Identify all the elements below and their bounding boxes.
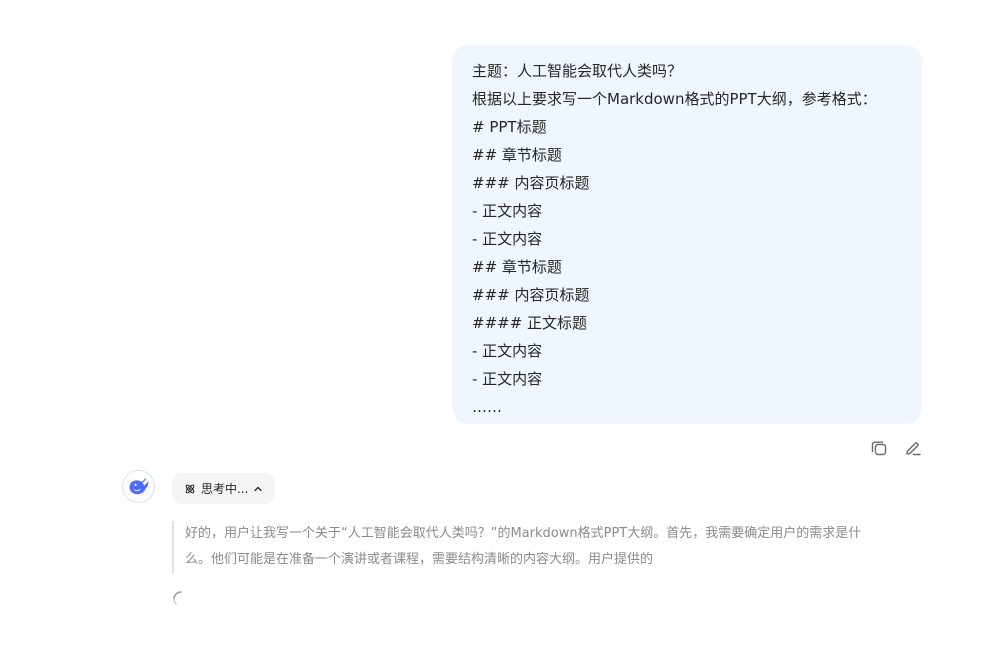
atom-icon (185, 484, 195, 493)
thinking-text-line: 好的，用户让我写一个关于“人工智能会取代人类吗？”的Markdown格式PPT大… (185, 526, 862, 541)
thinking-toggle-button[interactable]: 思考中... (172, 473, 276, 504)
edit-icon (906, 441, 921, 456)
spinner-icon (173, 591, 182, 605)
user-message-line: ## 章节标题 (472, 258, 562, 276)
user-message-line: - 正文内容 (472, 342, 543, 360)
user-message-line: # PPT标题 (472, 118, 547, 136)
whale-logo-icon (129, 477, 148, 494)
user-message-line: #### 正文标题 (472, 314, 588, 332)
chevron-up-icon (254, 486, 263, 491)
user-message-bubble: 主题：人工智能会取代人类吗？ 根据以上要求写一个Markdown格式的PPT大纲… (452, 45, 922, 424)
thinking-text-line: 么。他们可能是在准备一个演讲或者课程，需要结构清晰的内容大纲。用户提供的 (185, 552, 654, 567)
user-message-line: - 正文内容 (472, 230, 543, 248)
user-message-line: - 正文内容 (472, 370, 543, 388)
user-message-line: ### 内容页标题 (472, 286, 590, 304)
copy-button[interactable] (868, 437, 890, 459)
message-actions (868, 437, 924, 459)
user-message-line: - 正文内容 (472, 202, 543, 220)
thinking-status-label: 思考中... (201, 482, 249, 496)
user-message-line: ## 章节标题 (472, 146, 562, 164)
copy-icon (871, 441, 887, 456)
edit-button[interactable] (902, 437, 924, 459)
thinking-content: 好的，用户让我写一个关于“人工智能会取代人类吗？”的Markdown格式PPT大… (172, 521, 927, 573)
assistant-avatar (122, 470, 155, 503)
user-message-line: 主题：人工智能会取代人类吗？ (472, 62, 683, 80)
user-message-line: 根据以上要求写一个Markdown格式的PPT大纲，参考格式： (472, 90, 877, 108)
user-message-line: ### 内容页标题 (472, 174, 590, 192)
user-message-line: …… (472, 398, 502, 416)
